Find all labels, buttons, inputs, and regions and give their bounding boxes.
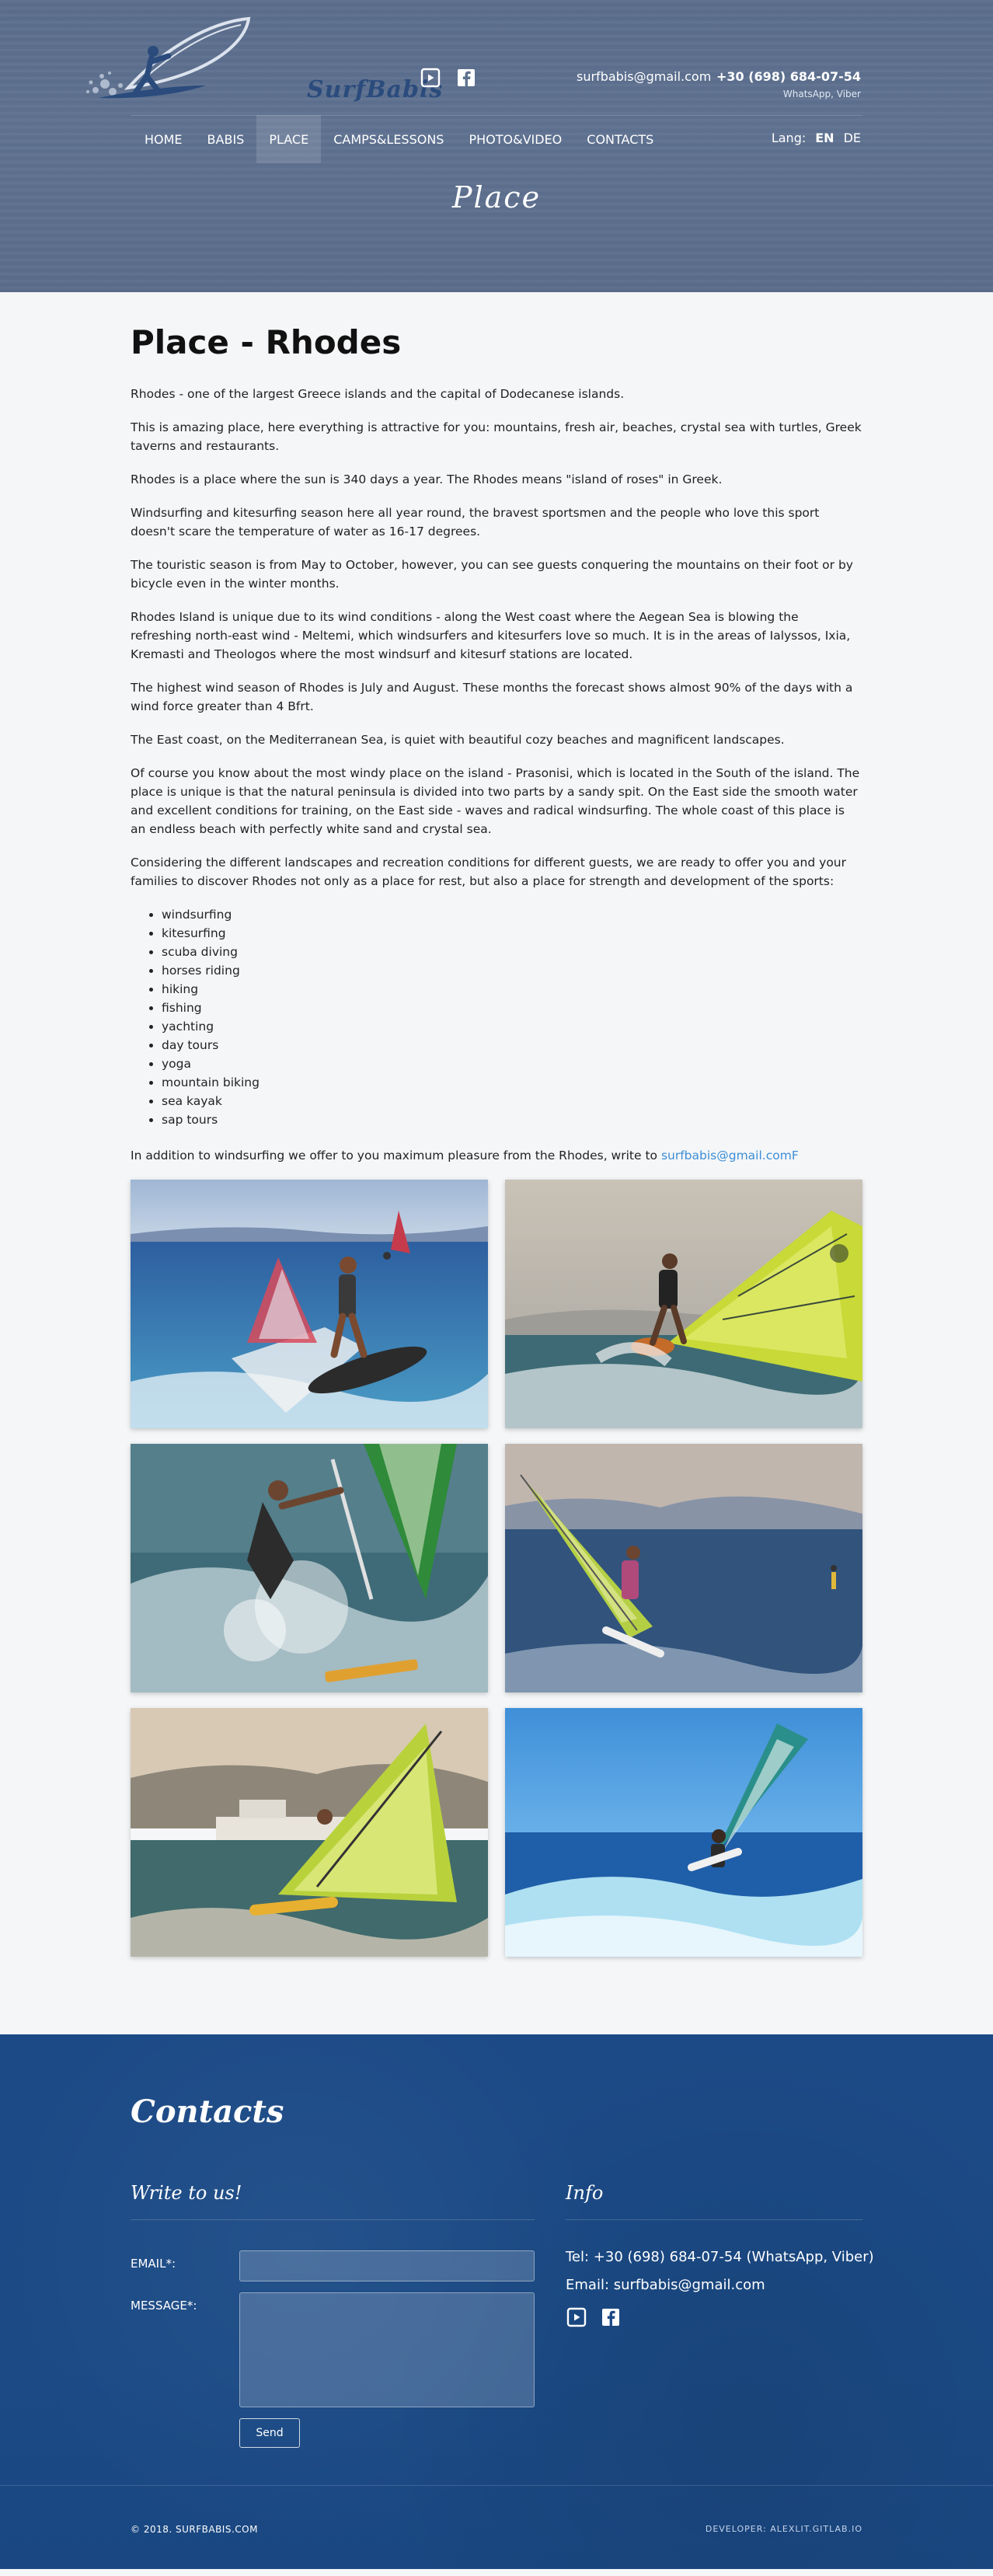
facebook-icon[interactable] xyxy=(600,2306,622,2328)
list-item: yoga xyxy=(162,1054,862,1073)
list-item: windsurfing xyxy=(162,905,862,924)
photo-gallery xyxy=(131,1180,862,1957)
nav-camps-lessons[interactable]: CAMPS&LESSONS xyxy=(321,115,456,163)
paragraph: Rhodes is a place where the sun is 340 d… xyxy=(131,472,723,486)
message-label: MESSAGE*: xyxy=(131,2299,197,2313)
write-to-us-line: In addition to windsurfing we offer to y… xyxy=(131,1146,862,1165)
gallery-photo[interactable] xyxy=(131,1180,488,1428)
nav-place[interactable]: PLACE xyxy=(256,115,322,163)
contact-tel: Tel: +30 (698) 684-07-54 (WhatsApp, Vibe… xyxy=(566,2249,874,2265)
write-text: In addition to windsurfing we offer to y… xyxy=(131,1149,661,1163)
paragraph: Considering the different landscapes and… xyxy=(131,856,846,888)
divider xyxy=(131,2219,535,2220)
gallery-photo[interactable] xyxy=(505,1180,862,1428)
list-item: hiking xyxy=(162,980,862,999)
nav-contacts[interactable]: CONTACTS xyxy=(574,115,666,163)
list-item: scuba diving xyxy=(162,943,862,961)
contacts-title: Contacts xyxy=(131,2093,284,2130)
gallery-photo[interactable] xyxy=(505,1708,862,1957)
language-switcher: Lang: EN DE xyxy=(772,131,861,145)
youtube-icon[interactable] xyxy=(420,67,441,89)
gallery-photo[interactable] xyxy=(131,1708,488,1957)
paragraph: Of course you know about the most windy … xyxy=(131,766,860,836)
copyright: © 2018. SURFBABIS.COM xyxy=(131,2524,258,2535)
info-title: Info xyxy=(566,2182,604,2204)
list-item: sap tours xyxy=(162,1110,862,1129)
lang-en[interactable]: EN xyxy=(815,131,834,145)
send-button[interactable]: Send xyxy=(239,2418,300,2448)
hero-title: Place xyxy=(451,180,542,214)
page-title: Place - Rhodes xyxy=(131,323,402,361)
paragraph: The East coast, on the Mediterranean Sea… xyxy=(131,733,785,747)
list-item: mountain biking xyxy=(162,1073,862,1092)
divider xyxy=(566,2219,862,2220)
youtube-icon[interactable] xyxy=(566,2306,587,2328)
lang-label: Lang: xyxy=(771,131,807,145)
list-item: day tours xyxy=(162,1036,862,1054)
email-link[interactable]: surfbabis@gmail.comF xyxy=(661,1149,799,1163)
windsurf-photo-image xyxy=(505,1180,862,1428)
header-email[interactable]: surfbabis@gmail.com xyxy=(577,69,711,84)
header-social xyxy=(420,67,477,89)
windsurfer-logo-icon xyxy=(86,16,251,99)
nav-photo-video[interactable]: PHOTO&VIDEO xyxy=(456,115,574,163)
email-label: EMAIL*: xyxy=(131,2257,176,2271)
site-logo[interactable]: SurfBabis xyxy=(82,14,442,107)
list-item: fishing xyxy=(162,999,862,1017)
site-header: SurfBabis surfbabis@gmail.com +30 (698) … xyxy=(0,0,993,292)
contact-email: Email: surfbabis@gmail.com xyxy=(566,2277,765,2293)
message-field[interactable] xyxy=(239,2292,535,2407)
windsurf-photo-image xyxy=(505,1708,862,1957)
paragraph: Rhodes Island is unique due to its wind … xyxy=(131,610,851,661)
list-item: yachting xyxy=(162,1017,862,1036)
list-item: kitesurfing xyxy=(162,924,862,943)
windsurf-photo-image xyxy=(505,1444,862,1692)
windsurf-photo-image xyxy=(131,1444,488,1692)
paragraph: The highest wind season of Rhodes is Jul… xyxy=(131,681,853,713)
gallery-photo[interactable] xyxy=(131,1444,488,1692)
lang-de[interactable]: DE xyxy=(844,131,861,145)
site-footer: Contacts Write to us! Info EMAIL*: MESSA… xyxy=(0,2034,993,2569)
footer-social xyxy=(566,2306,622,2328)
main-nav: HOME BABIS PLACE CAMPS&LESSONS PHOTO&VID… xyxy=(132,115,666,163)
header-phone: +30 (698) 684-07-54 WhatsApp, Viber xyxy=(716,69,861,99)
footer-divider xyxy=(0,2485,993,2486)
gallery-photo[interactable] xyxy=(505,1444,862,1692)
windsurf-photo-image xyxy=(131,1180,488,1428)
paragraph: The touristic season is from May to Octo… xyxy=(131,558,853,591)
sports-list: windsurfing kitesurfing scuba diving hor… xyxy=(131,905,862,1129)
paragraph: Rhodes - one of the largest Greece islan… xyxy=(131,387,625,401)
nav-babis[interactable]: BABIS xyxy=(195,115,257,163)
write-to-us-title: Write to us! xyxy=(131,2182,242,2204)
list-item: horses riding xyxy=(162,961,862,980)
developer-credit[interactable]: DEVELOPER: ALEXLIT.GITLAB.IO xyxy=(706,2524,862,2534)
phone-number[interactable]: +30 (698) 684-07-54 xyxy=(716,69,861,84)
main-content: Place - Rhodes Rhodes - one of the large… xyxy=(131,292,862,2034)
facebook-icon[interactable] xyxy=(455,67,477,89)
paragraph: Windsurfing and kitesurfing season here … xyxy=(131,506,820,539)
phone-note: WhatsApp, Viber xyxy=(782,89,861,99)
nav-home[interactable]: HOME xyxy=(132,115,195,163)
windsurf-photo-image xyxy=(131,1708,488,1957)
email-field[interactable] xyxy=(239,2250,535,2281)
paragraph: This is amazing place, here everything i… xyxy=(131,420,862,453)
list-item: sea kayak xyxy=(162,1092,862,1110)
